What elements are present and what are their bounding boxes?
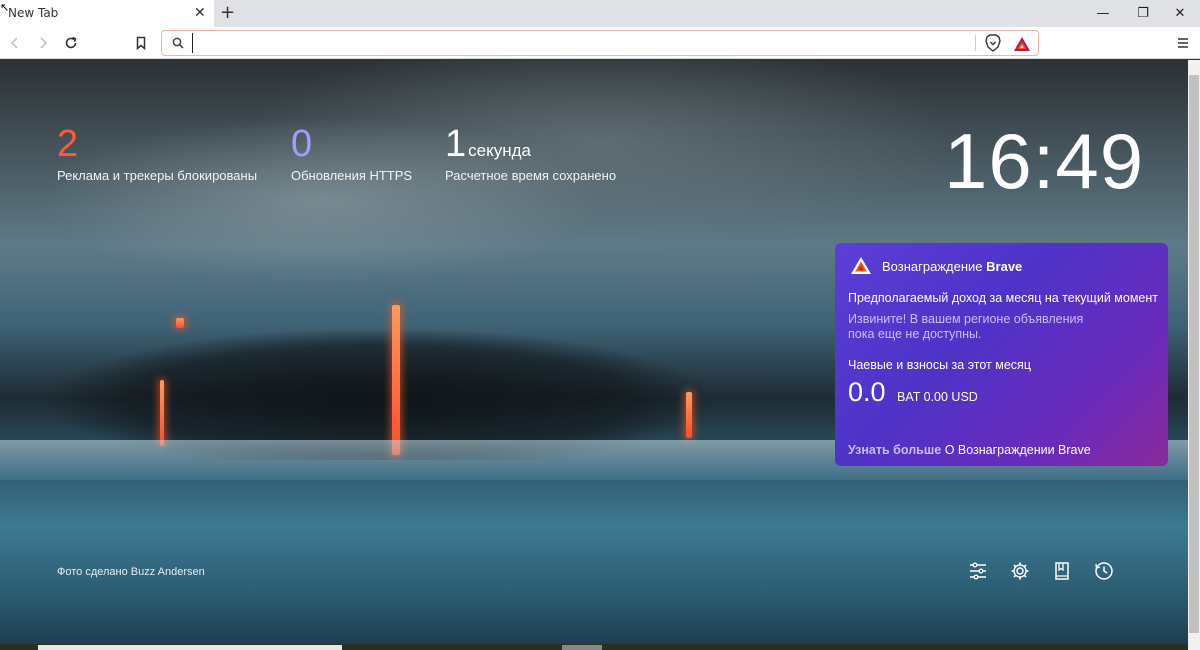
tips-bat-usd: BAT 0.00 USD bbox=[897, 390, 978, 404]
horizontal-scrollbar-segment bbox=[562, 645, 602, 650]
toolbar bbox=[0, 27, 1200, 59]
history-icon[interactable] bbox=[1093, 560, 1115, 582]
stat-value: 2 bbox=[57, 123, 79, 165]
learn-more-row: Узнать больше О Вознаграждении Brave bbox=[848, 443, 1091, 457]
tab-strip: ↖ New Tab ✕ + — ❐ ✕ bbox=[0, 0, 1200, 27]
address-divider bbox=[975, 35, 976, 51]
new-tab-button[interactable]: + bbox=[220, 3, 235, 23]
tips-label: Чаевые и взносы за этот месяц bbox=[848, 358, 1031, 372]
photo-credit[interactable]: Фото сделано Buzz Andersen bbox=[57, 566, 205, 578]
stat-ads-blocked: 2 Реклама и трекеры блокированы bbox=[57, 124, 257, 183]
tips-amount: 0.0 bbox=[848, 377, 886, 407]
stat-value: 1 bbox=[445, 123, 467, 165]
learn-more-link[interactable]: Узнать больше bbox=[848, 443, 941, 457]
learn-more-text: О Вознаграждении Brave bbox=[944, 443, 1091, 457]
stat-label: Расчетное время сохранено bbox=[445, 168, 617, 183]
reload-icon[interactable] bbox=[62, 34, 80, 52]
vertical-scrollbar-thumb[interactable] bbox=[1189, 75, 1199, 633]
horizontal-scrollbar-thumb[interactable] bbox=[38, 645, 342, 650]
address-bar[interactable] bbox=[161, 30, 1039, 56]
stat-unit: секунда bbox=[468, 141, 531, 160]
bat-logo-icon bbox=[851, 257, 871, 274]
brave-rewards-widget: Вознаграждение Brave Предполагаемый дохо… bbox=[835, 243, 1168, 466]
stat-time-saved: 1 секунда Расчетное время сохранено bbox=[445, 124, 616, 183]
tab-new-tab[interactable]: ↖ New Tab ✕ bbox=[0, 0, 214, 27]
bookmark-icon[interactable] bbox=[132, 34, 150, 52]
back-icon[interactable] bbox=[6, 34, 24, 52]
brave-rewards-icon[interactable] bbox=[1013, 36, 1031, 52]
rewards-title-text: Вознаграждение bbox=[882, 259, 983, 274]
settings-icon[interactable] bbox=[1009, 560, 1031, 582]
lava-flow bbox=[686, 392, 692, 438]
window-close-button[interactable]: ✕ bbox=[1158, 0, 1200, 27]
bookmarks-icon[interactable] bbox=[1051, 560, 1073, 582]
brave-shields-icon[interactable] bbox=[984, 34, 1002, 53]
menu-icon[interactable] bbox=[1176, 36, 1190, 50]
tab-title: New Tab bbox=[8, 6, 59, 20]
stat-label: Реклама и трекеры блокированы bbox=[57, 168, 258, 183]
region-unavailable-text: Извините! В вашем регионе объявления пок… bbox=[848, 312, 1084, 341]
address-input[interactable] bbox=[192, 33, 962, 53]
stat-https-upgrades: 0 Обновления HTTPS bbox=[291, 124, 412, 183]
rewards-title: Вознаграждение Brave bbox=[882, 259, 1022, 274]
lava-flow bbox=[392, 305, 400, 455]
lava-flow bbox=[160, 380, 164, 446]
lava-flow bbox=[176, 318, 184, 328]
stat-value: 0 bbox=[291, 123, 313, 165]
forward-icon[interactable] bbox=[34, 34, 52, 52]
clock: 16:49 bbox=[944, 117, 1145, 205]
search-icon bbox=[172, 37, 184, 49]
tab-close-button[interactable]: ✕ bbox=[194, 5, 206, 21]
minimize-button[interactable]: — bbox=[1081, 0, 1125, 27]
rewards-title-brand: Brave bbox=[986, 259, 1023, 274]
stat-label: Обновления HTTPS bbox=[291, 168, 413, 183]
estimated-income-label: Предполагаемый доход за месяц на текущий… bbox=[848, 291, 1158, 305]
customize-icon[interactable] bbox=[967, 560, 989, 582]
